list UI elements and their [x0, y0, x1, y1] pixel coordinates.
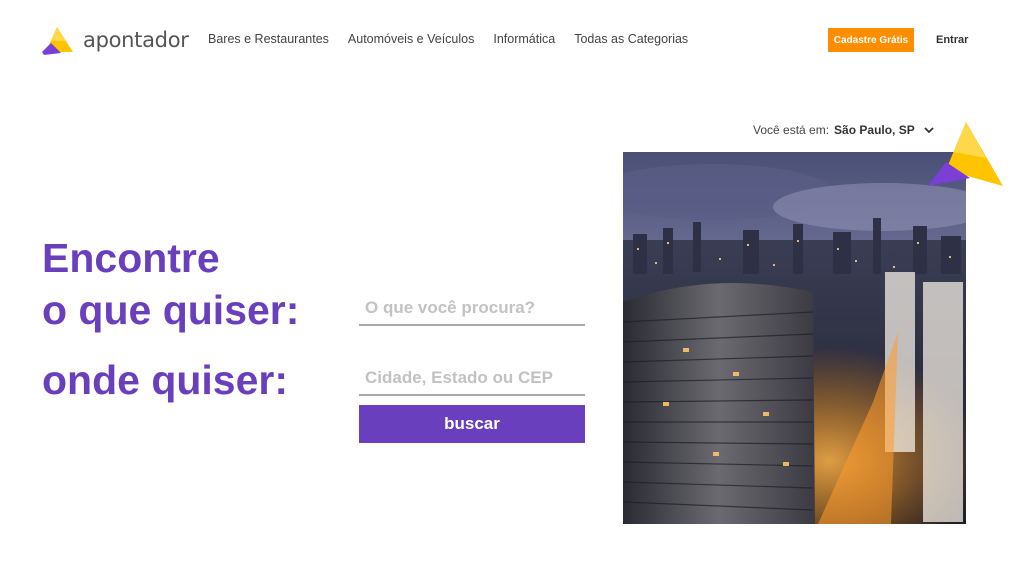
location-selector[interactable]: Você está em: São Paulo, SP — [753, 123, 934, 137]
login-link[interactable]: Entrar — [936, 34, 968, 46]
nav-automobiles[interactable]: Automóveis e Veículos — [348, 32, 474, 46]
corner-logo-icon — [926, 120, 1004, 193]
brand-name: apontador — [83, 28, 189, 52]
nav-informatics[interactable]: Informática — [493, 32, 555, 46]
headline-line-1: Encontre — [42, 235, 220, 281]
hero-headline: Encontre o que quiser: onde quiser: — [42, 232, 299, 406]
signup-button[interactable]: Cadastre Grátis — [828, 28, 914, 52]
brand-logo[interactable]: apontador — [42, 25, 189, 55]
category-nav: Bares e Restaurantes Automóveis e Veícul… — [208, 32, 707, 46]
hero-city-image — [623, 152, 966, 524]
nav-all-categories[interactable]: Todas as Categorias — [574, 32, 688, 46]
search-what-input[interactable] — [359, 292, 585, 326]
headline-line-2: o que quiser: — [42, 287, 300, 333]
search-where-input[interactable] — [359, 362, 585, 396]
location-city: São Paulo, SP — [834, 123, 915, 137]
apontador-logo-icon — [42, 27, 73, 55]
nav-bars-restaurants[interactable]: Bares e Restaurantes — [208, 32, 329, 46]
search-button[interactable]: buscar — [359, 405, 585, 443]
headline-line-3: onde quiser: — [42, 357, 289, 403]
location-prefix: Você está em: — [753, 123, 830, 137]
